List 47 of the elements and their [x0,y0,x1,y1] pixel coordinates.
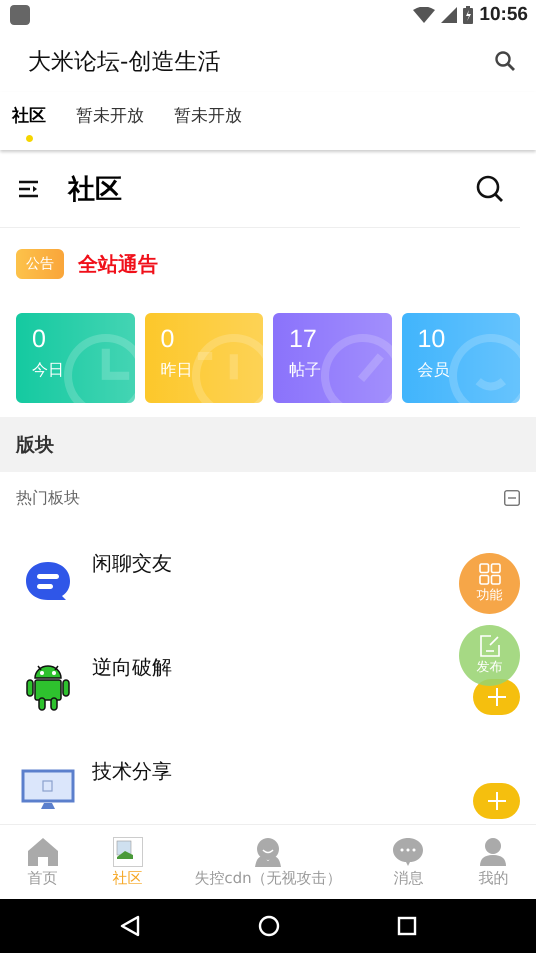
active-tab-dot [26,135,32,142]
menu-icon[interactable] [18,180,40,198]
nav-tab[interactable]: 消息 [366,825,451,888]
home-icon [26,837,59,867]
forum-name[interactable]: 逆向破解 [92,654,172,681]
monitor-icon [21,769,75,811]
app-title: 大米论坛-创造生活 [28,48,222,76]
signal-icon [441,7,458,23]
stat-label: 今日 [32,360,64,381]
section-title: 版块 [16,432,54,458]
nav-tab[interactable]: 我的 [450,825,536,888]
notice-link[interactable]: 全站通告 [78,250,158,278]
stat-value: 10 [418,325,446,354]
forum-name[interactable]: 闲聊交友 [92,550,172,577]
plus-icon [486,791,506,811]
stat-label: 帖子 [289,360,321,381]
notification-icon [10,5,30,25]
stat-label: 会员 [418,360,450,381]
home-circle-icon[interactable] [258,914,280,936]
recents-icon[interactable] [397,916,418,936]
tab[interactable]: 暂未开放 [174,104,242,138]
search-icon[interactable] [494,50,516,72]
nav-tab[interactable]: 首页 [0,825,86,888]
stat-label: 昨日 [160,360,192,381]
stat-value: 17 [289,325,317,354]
nav-tab[interactable]: 失控cdn（无视攻击） [170,825,366,888]
broken-image-icon [112,837,143,867]
person-icon [479,837,508,867]
forum-name[interactable]: 技术分享 [92,758,172,785]
message-bubble-icon [392,837,424,867]
collapse-button[interactable] [504,490,520,506]
tab[interactable]: 社区 [12,104,46,138]
wifi-icon [413,7,436,23]
plus-icon [486,687,506,707]
stat-value: 0 [32,325,46,354]
stat-value: 0 [160,325,174,354]
edit-icon [478,635,500,657]
back-icon[interactable] [118,914,141,936]
battery-icon [463,6,474,24]
tab[interactable]: 暂未开放 [76,104,144,138]
search-icon[interactable] [476,174,504,202]
clock-time: 10:56 [479,4,528,26]
page-title: 社区 [68,172,123,206]
grid-icon [478,563,500,585]
group-title: 热门板块 [16,488,81,508]
smiling-figure-icon [253,837,283,867]
notice-badge: 公告 [16,249,64,279]
